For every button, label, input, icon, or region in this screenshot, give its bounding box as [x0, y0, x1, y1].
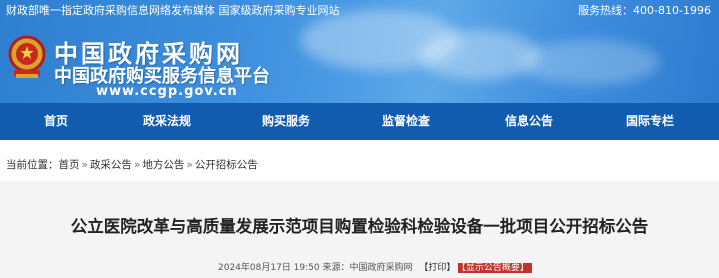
nav-item-home[interactable]: 首页 [44, 103, 68, 140]
breadcrumb-open-tender[interactable]: 公开招标公告 [195, 159, 258, 171]
site-url: www.ccgp.gov.cn [96, 84, 238, 99]
breadcrumb-procurement-notices[interactable]: 政采公告 [90, 159, 132, 171]
breadcrumb-prefix: 当前位置： [6, 159, 59, 171]
service-hotline: 服务热线：400-810-1996 [578, 4, 711, 17]
breadcrumb-separator: » [81, 159, 88, 171]
nav-item-purchase-services[interactable]: 购买服务 [262, 103, 310, 140]
nav-item-supervision[interactable]: 监督检查 [382, 103, 430, 140]
breadcrumb: 当前位置：首页» 政采公告» 地方公告» 公开招标公告 [6, 157, 258, 172]
breadcrumb-local-notices[interactable]: 地方公告 [142, 159, 184, 171]
article-source-label: 来源： [322, 263, 350, 273]
print-link[interactable]: 【打印】 [419, 263, 455, 273]
article-source: 中国政府采购网 [349, 263, 413, 273]
top-banner: 财政部唯一指定政府采购信息网络发布媒体 国家级政府采购专业网站 服务热线：400… [0, 0, 719, 103]
breadcrumb-separator: » [133, 159, 141, 171]
site-slogan: 财政部唯一指定政府采购信息网络发布媒体 国家级政府采购专业网站 [6, 4, 340, 17]
nav-item-announcements[interactable]: 信息公告 [505, 103, 553, 140]
article-title: 公立医院改革与高质量发展示范项目购置检验科检验设备一批项目公开招标公告 [70, 217, 649, 236]
nav-item-international[interactable]: 国际专栏 [626, 103, 674, 140]
nav-item-regulations[interactable]: 政采法规 [143, 103, 191, 140]
national-emblem-logo [6, 34, 48, 80]
main-nav: 首页 政采法规 购买服务 监督检查 信息公告 国际专栏 [0, 103, 719, 140]
breadcrumb-home[interactable]: 首页 [59, 159, 80, 171]
article-meta: 2024年08月17日 19:50 来源：中国政府采购网 【打印】 【显示公告概要… [218, 260, 532, 273]
breadcrumb-separator: » [186, 159, 193, 171]
top-info-line: 财政部唯一指定政府采购信息网络发布媒体 国家级政府采购专业网站 服务热线：400… [0, 0, 719, 22]
show-summary-button[interactable]: 【显示公告概要】 [458, 263, 532, 273]
article-datetime: 2024年08月17日 19:50 [218, 263, 320, 273]
